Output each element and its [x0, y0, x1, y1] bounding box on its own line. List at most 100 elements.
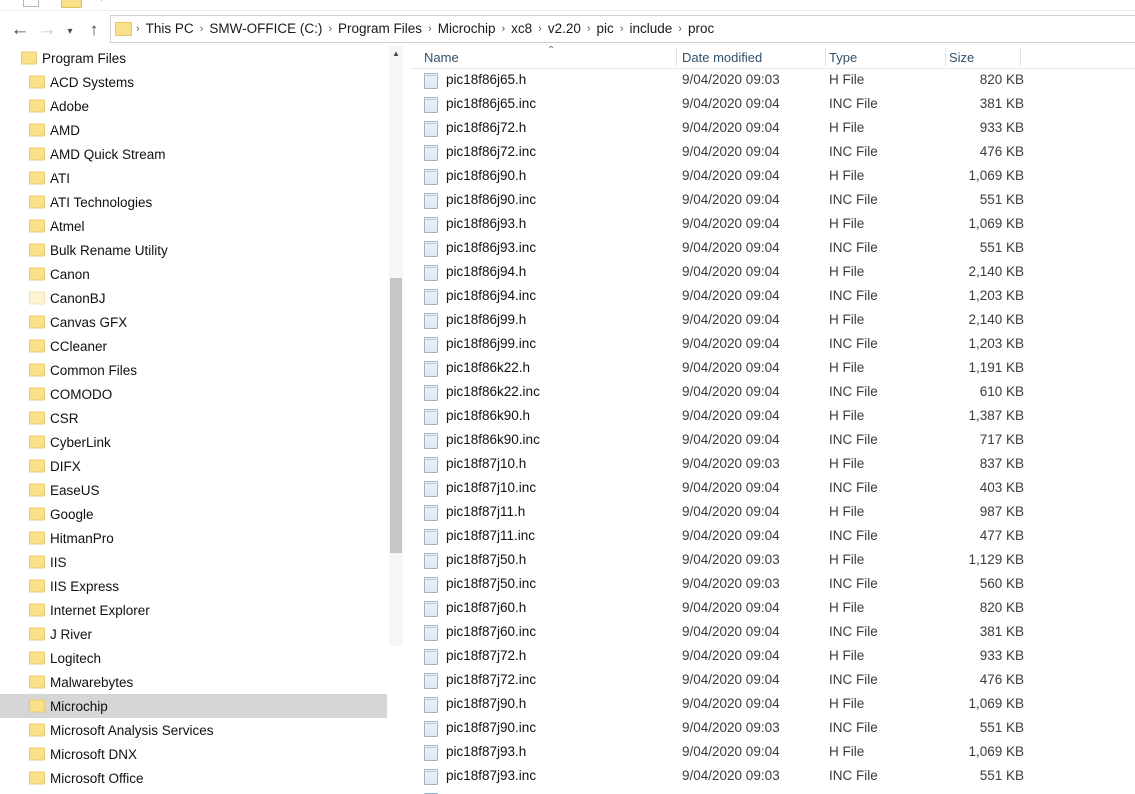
sidebar-item-microsoft-office[interactable]: Microsoft Office [0, 766, 387, 790]
table-row[interactable]: pic18f86j93.inc9/04/2020 09:04INC File55… [410, 237, 1135, 261]
sidebar-item-csr[interactable]: CSR [0, 406, 387, 430]
sidebar-item-internet-explorer[interactable]: Internet Explorer [0, 598, 387, 622]
table-row[interactable]: pic18f86k90.h9/04/2020 09:04H File1,387 … [410, 405, 1135, 429]
sidebar-item-amd[interactable]: AMD [0, 118, 387, 142]
column-header-date-modified[interactable]: Date modified [682, 50, 762, 65]
file-icon [424, 385, 438, 401]
table-row[interactable]: pic18f87j72.inc9/04/2020 09:04INC File47… [410, 669, 1135, 693]
sidebar-item-comodo[interactable]: COMODO [0, 382, 387, 406]
column-divider[interactable] [676, 48, 677, 66]
sidebar-item-cyberlink[interactable]: CyberLink [0, 430, 387, 454]
table-row[interactable]: pic18f86k90.inc9/04/2020 09:04INC File71… [410, 429, 1135, 453]
sidebar-item-logitech[interactable]: Logitech [0, 646, 387, 670]
table-row[interactable]: pic18f87j50.inc9/04/2020 09:03INC File56… [410, 573, 1135, 597]
table-row[interactable]: pic18f86j99.inc9/04/2020 09:04INC File1,… [410, 333, 1135, 357]
breadcrumb-item[interactable]: Program Files [334, 16, 426, 42]
breadcrumb-item[interactable]: proc [684, 16, 718, 42]
column-divider[interactable] [1020, 48, 1021, 66]
table-row[interactable]: pic18f86j72.h9/04/2020 09:04H File933 KB [410, 117, 1135, 141]
table-row[interactable]: pic18f87j60.inc9/04/2020 09:04INC File38… [410, 621, 1135, 645]
table-row[interactable]: pic18f87j10.inc9/04/2020 09:04INC File40… [410, 477, 1135, 501]
navigation-bar: ← → ▾ ↑ ›This PC›SMW-OFFICE (C:)›Program… [0, 11, 1135, 45]
column-header-name[interactable]: Name [424, 50, 459, 65]
navigation-pane-scrollbar[interactable]: ▲ [389, 46, 403, 646]
sidebar-item-ati[interactable]: ATI [0, 166, 387, 190]
qat-button[interactable] [23, 0, 39, 7]
table-row[interactable]: pic18f86j90.h9/04/2020 09:04H File1,069 … [410, 165, 1135, 189]
sidebar-item-canonbj[interactable]: CanonBJ [0, 286, 387, 310]
table-row[interactable]: pic18f87j60.h9/04/2020 09:04H File820 KB [410, 597, 1135, 621]
sidebar-item-canon[interactable]: Canon [0, 262, 387, 286]
file-icon [424, 313, 438, 329]
sidebar-item-bulk-rename-utility[interactable]: Bulk Rename Utility [0, 238, 387, 262]
column-divider[interactable] [825, 48, 826, 66]
table-row[interactable]: pic18f87j94.h9/04/2020 09:04H File2,140 … [410, 789, 1135, 794]
breadcrumb-item[interactable]: pic [593, 16, 618, 42]
address-bar[interactable]: ›This PC›SMW-OFFICE (C:)›Program Files›M… [110, 15, 1135, 43]
sidebar-item-microsoft-dnx[interactable]: Microsoft DNX [0, 742, 387, 766]
back-arrow-icon[interactable]: ← [9, 18, 31, 40]
file-list-body[interactable]: pic18f86j65.h9/04/2020 09:03H File820 KB… [410, 69, 1135, 794]
folder-icon [29, 172, 45, 185]
up-arrow-icon[interactable]: ↑ [83, 18, 105, 40]
table-row[interactable]: pic18f87j90.h9/04/2020 09:04H File1,069 … [410, 693, 1135, 717]
table-row[interactable]: pic18f87j11.h9/04/2020 09:04H File987 KB [410, 501, 1135, 525]
sidebar-item-microchip[interactable]: Microchip [0, 694, 387, 718]
breadcrumb-item[interactable]: Microchip [434, 16, 500, 42]
sidebar-item-canvas-gfx[interactable]: Canvas GFX [0, 310, 387, 334]
sidebar-item-acd-systems[interactable]: ACD Systems [0, 70, 387, 94]
cell-type: H File [829, 360, 864, 375]
breadcrumb-item[interactable]: This PC [142, 16, 198, 42]
sidebar-item-ccleaner[interactable]: CCleaner [0, 334, 387, 358]
table-row[interactable]: pic18f86k22.inc9/04/2020 09:04INC File61… [410, 381, 1135, 405]
chevron-up-icon[interactable]: ▲ [389, 46, 403, 60]
table-row[interactable]: pic18f86j94.inc9/04/2020 09:04INC File1,… [410, 285, 1135, 309]
table-row[interactable]: pic18f86j90.inc9/04/2020 09:04INC File55… [410, 189, 1135, 213]
table-row[interactable]: pic18f86j94.h9/04/2020 09:04H File2,140 … [410, 261, 1135, 285]
cell-size: 820 KB [949, 72, 1024, 87]
breadcrumb-item[interactable]: include [625, 16, 676, 42]
folder-icon[interactable] [61, 0, 82, 8]
sidebar-item-microsoft-analysis-services[interactable]: Microsoft Analysis Services [0, 718, 387, 742]
sidebar-item-iis-express[interactable]: IIS Express [0, 574, 387, 598]
breadcrumb-item[interactable]: v2.20 [544, 16, 585, 42]
table-row[interactable]: pic18f86j65.inc9/04/2020 09:04INC File38… [410, 93, 1135, 117]
table-row[interactable]: pic18f87j10.h9/04/2020 09:03H File837 KB [410, 453, 1135, 477]
sidebar-item-easeus[interactable]: EaseUS [0, 478, 387, 502]
scrollbar-thumb[interactable] [390, 278, 402, 553]
column-header-size[interactable]: Size [949, 50, 974, 65]
table-row[interactable]: pic18f86j72.inc9/04/2020 09:04INC File47… [410, 141, 1135, 165]
table-row[interactable]: pic18f87j93.inc9/04/2020 09:03INC File55… [410, 765, 1135, 789]
table-row[interactable]: pic18f86j93.h9/04/2020 09:04H File1,069 … [410, 213, 1135, 237]
column-divider[interactable] [945, 48, 946, 66]
column-header-type[interactable]: Type [829, 50, 857, 65]
chevron-down-icon[interactable]: ▾ [59, 21, 81, 43]
sidebar-item-malwarebytes[interactable]: Malwarebytes [0, 670, 387, 694]
table-row[interactable]: pic18f86k22.h9/04/2020 09:04H File1,191 … [410, 357, 1135, 381]
table-row[interactable]: pic18f87j90.inc9/04/2020 09:03INC File55… [410, 717, 1135, 741]
sidebar-item-difx[interactable]: DIFX [0, 454, 387, 478]
sidebar-item-hitmanpro[interactable]: HitmanPro [0, 526, 387, 550]
folder-icon [115, 22, 132, 36]
table-row[interactable]: pic18f87j50.h9/04/2020 09:03H File1,129 … [410, 549, 1135, 573]
sidebar-item-program-files[interactable]: Program Files [0, 46, 387, 70]
forward-arrow-icon[interactable]: → [36, 18, 58, 40]
table-row[interactable]: pic18f87j72.h9/04/2020 09:04H File933 KB [410, 645, 1135, 669]
breadcrumb-item[interactable]: SMW-OFFICE (C:) [205, 16, 326, 42]
breadcrumb-item[interactable]: xc8 [507, 16, 536, 42]
table-row[interactable]: pic18f87j11.inc9/04/2020 09:04INC File47… [410, 525, 1135, 549]
table-row[interactable]: pic18f87j93.h9/04/2020 09:04H File1,069 … [410, 741, 1135, 765]
chevron-down-icon[interactable]: ▾ [99, 0, 104, 4]
table-row[interactable]: pic18f86j99.h9/04/2020 09:04H File2,140 … [410, 309, 1135, 333]
cell-type: H File [829, 312, 864, 327]
sidebar-item-adobe[interactable]: Adobe [0, 94, 387, 118]
sidebar-item-atmel[interactable]: Atmel [0, 214, 387, 238]
table-row[interactable]: pic18f86j65.h9/04/2020 09:03H File820 KB [410, 69, 1135, 93]
sidebar-item-ati-technologies[interactable]: ATI Technologies [0, 190, 387, 214]
sidebar-item-common-files[interactable]: Common Files [0, 358, 387, 382]
sidebar-item-amd-quick-stream[interactable]: AMD Quick Stream [0, 142, 387, 166]
sidebar-item-google[interactable]: Google [0, 502, 387, 526]
sidebar-item-j-river[interactable]: J River [0, 622, 387, 646]
sidebar-item-iis[interactable]: IIS [0, 550, 387, 574]
navigation-pane[interactable]: Program FilesACD SystemsAdobeAMDAMD Quic… [0, 46, 387, 794]
